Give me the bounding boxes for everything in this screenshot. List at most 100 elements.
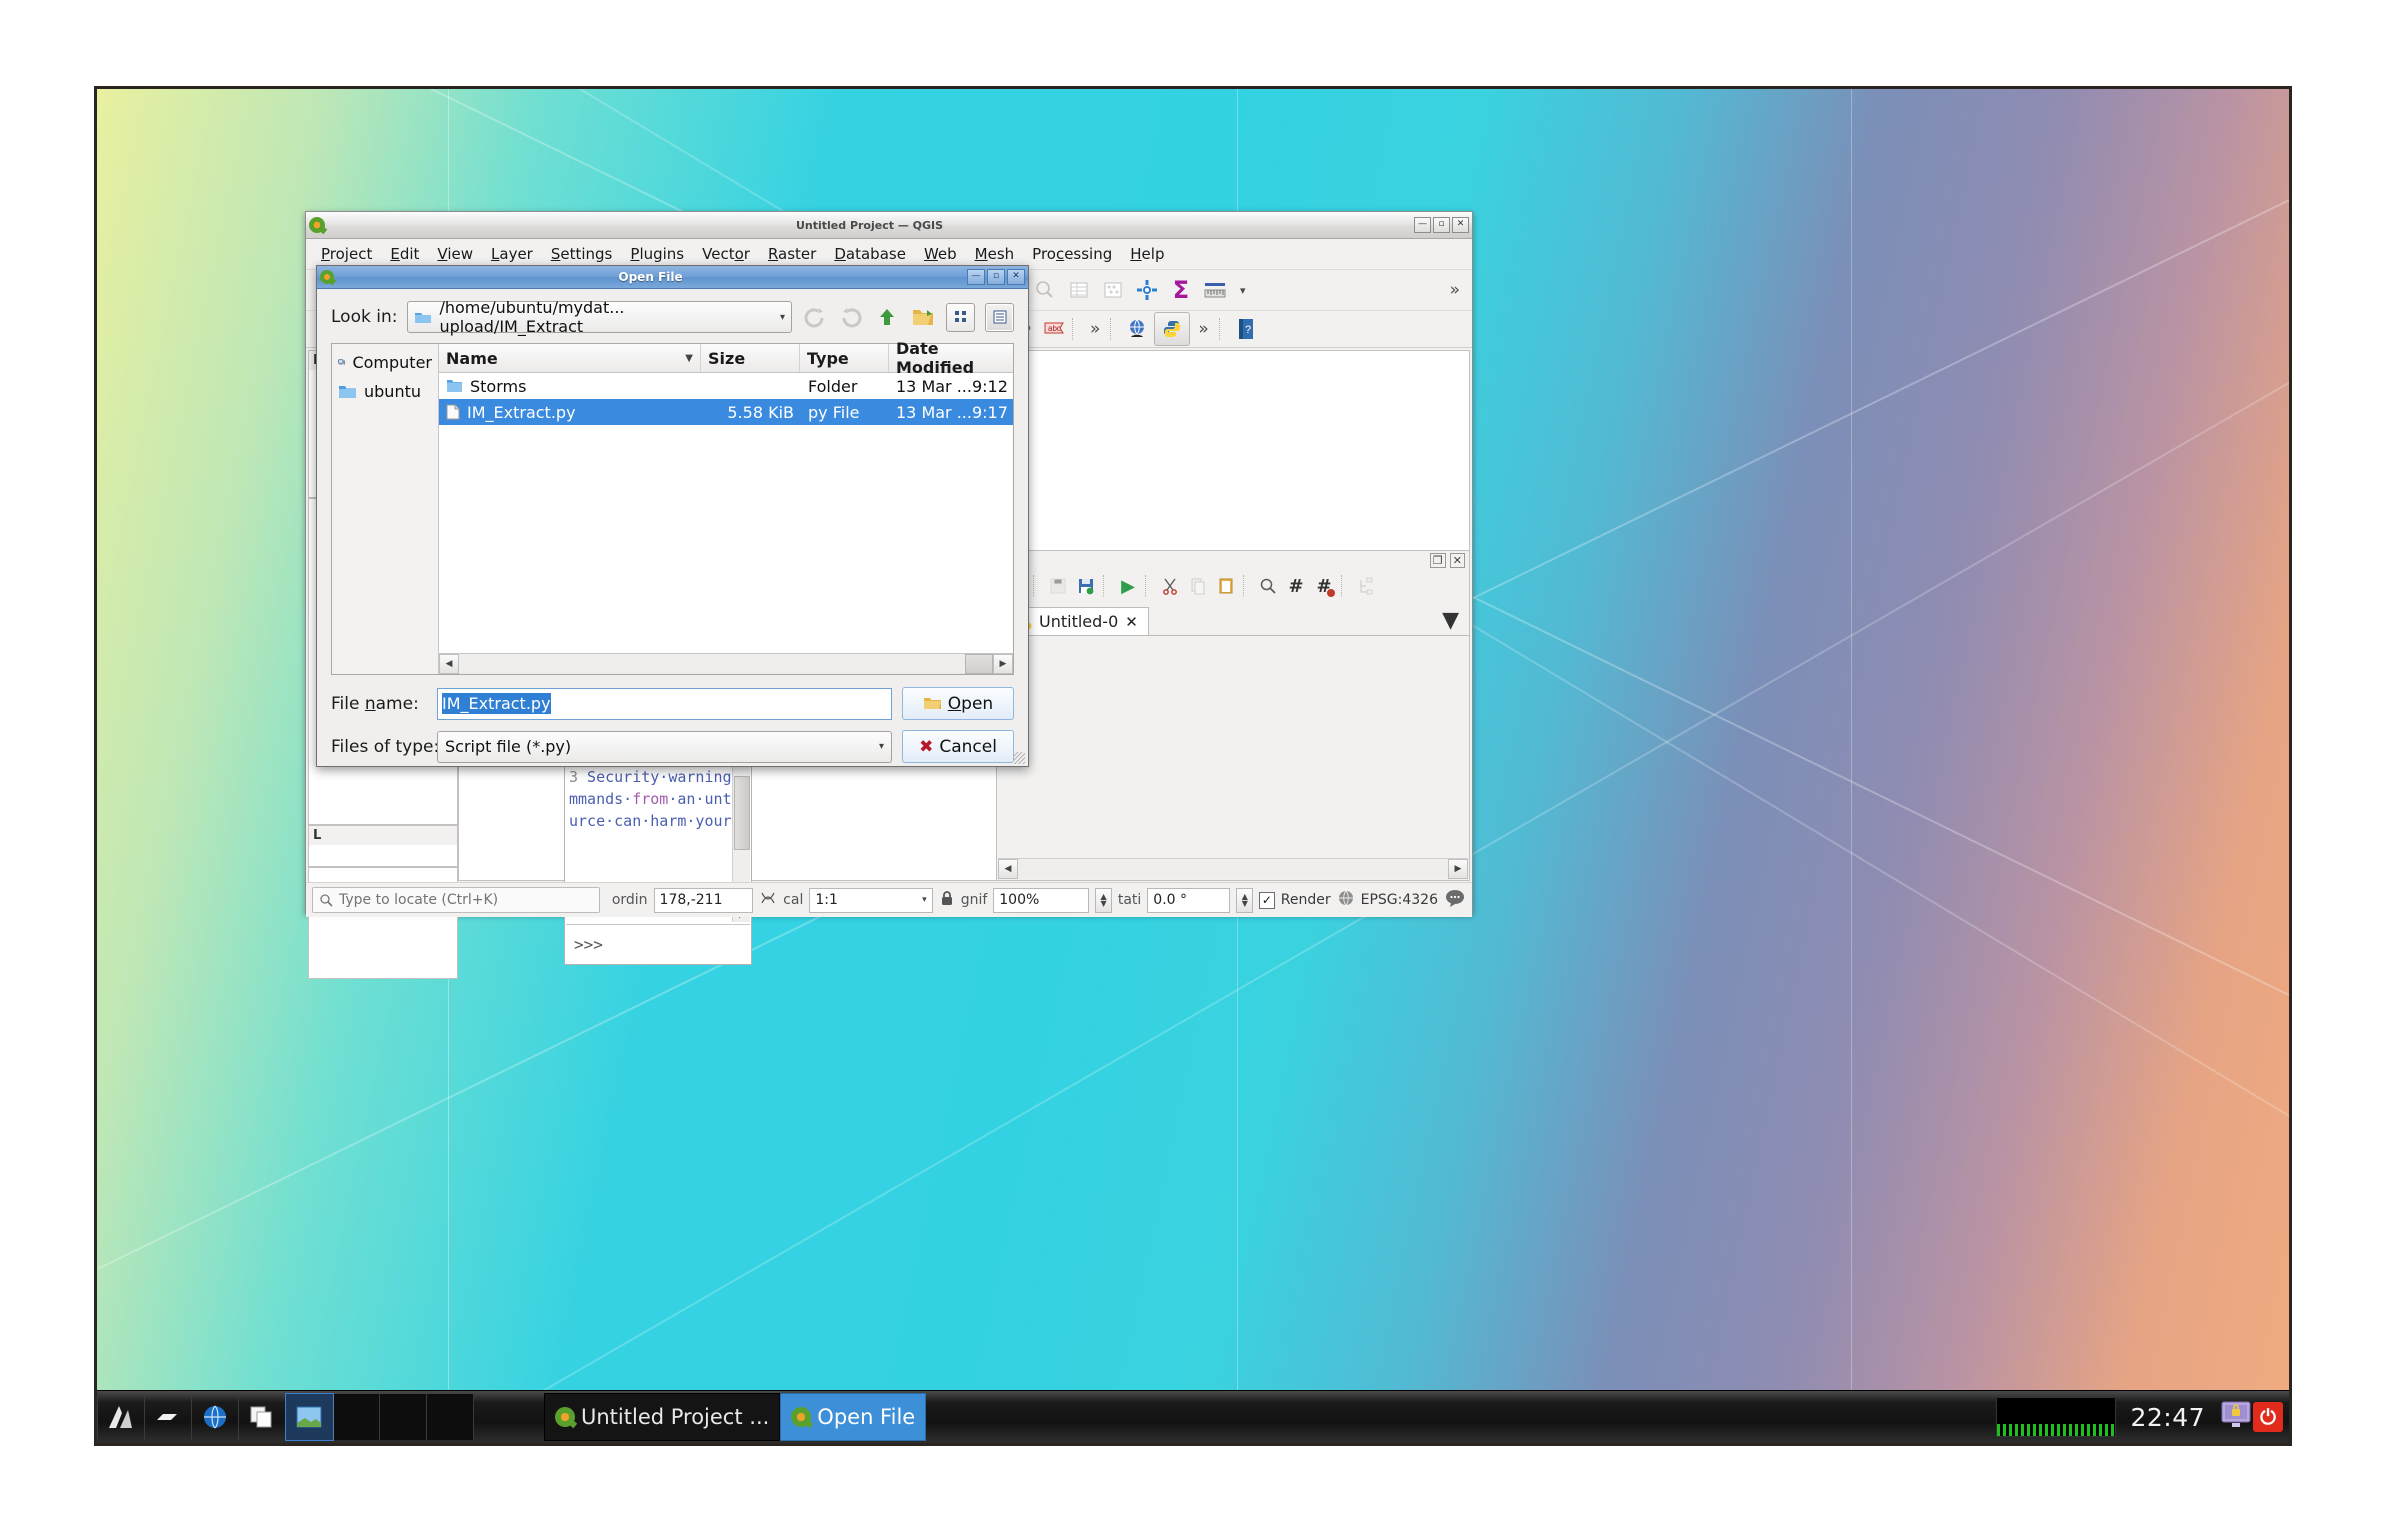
- copy-icon[interactable]: [1185, 573, 1211, 599]
- file-list-header[interactable]: Name ▼ Size Type Date Modified: [439, 344, 1013, 373]
- scroll-track[interactable]: [459, 655, 965, 673]
- editor-horizontal-scrollbar[interactable]: ◀ ▶: [998, 858, 1468, 879]
- menu-database[interactable]: Database: [825, 242, 915, 266]
- minimize-button[interactable]: —: [1414, 217, 1431, 233]
- python-editor-dock[interactable]: ❐ ✕ ▶: [996, 550, 1470, 881]
- list-view-icon[interactable]: [946, 303, 975, 332]
- globe-metasearch-icon[interactable]: [1120, 313, 1154, 345]
- file-browser-area[interactable]: Computer ubuntu Name ▼ Size Type: [331, 343, 1014, 675]
- qgis-status-bar[interactable]: Type to locate (Ctrl+K) ordin 178,-211 c…: [306, 882, 1472, 917]
- sidebar-item-computer[interactable]: Computer: [332, 348, 438, 377]
- toolbar-overflow-3-icon[interactable]: »: [1190, 319, 1216, 339]
- measure-ruler-icon[interactable]: [1198, 274, 1232, 306]
- locate-input[interactable]: Type to locate (Ctrl+K): [312, 887, 600, 913]
- scroll-left-icon[interactable]: ◀: [439, 654, 459, 674]
- file-name-input[interactable]: IM_Extract.py: [437, 688, 892, 720]
- menu-icon[interactable]: [97, 1394, 145, 1440]
- rotation-stepper[interactable]: ▲▼: [1236, 888, 1253, 913]
- cut-icon[interactable]: [1157, 573, 1183, 599]
- lock-screen-icon[interactable]: [2219, 1400, 2253, 1434]
- cancel-button[interactable]: ✖ Cancel: [902, 730, 1014, 763]
- magnifier-stepper[interactable]: ▲▼: [1095, 888, 1112, 913]
- column-header-date[interactable]: Date Modified: [889, 344, 1013, 372]
- tab-close-icon[interactable]: ✕: [1125, 613, 1138, 631]
- show-desktop-icon[interactable]: [286, 1394, 333, 1440]
- file-list[interactable]: Name ▼ Size Type Date Modified Storms: [439, 344, 1013, 674]
- dock-close-button[interactable]: ✕: [1450, 553, 1465, 568]
- python-console-input[interactable]: >>>: [566, 924, 750, 963]
- dock-float-button[interactable]: ❐: [1430, 553, 1446, 568]
- menu-project[interactable]: Project: [312, 242, 381, 266]
- column-header-type[interactable]: Type: [800, 344, 889, 372]
- menu-web[interactable]: Web: [915, 242, 966, 266]
- tab-overflow-icon[interactable]: ▼: [1442, 608, 1469, 635]
- chevron-down-icon[interactable]: ▾: [879, 741, 884, 752]
- menu-layer[interactable]: Layer: [482, 242, 542, 266]
- dialog-window-controls[interactable]: — ▫ ✕: [967, 269, 1025, 285]
- maximize-button[interactable]: ▫: [1433, 217, 1450, 233]
- menu-edit[interactable]: Edit: [381, 242, 428, 266]
- rotation-value[interactable]: 0.0 °: [1147, 888, 1230, 913]
- table-row[interactable]: IM_Extract.py 5.58 KiB py File 13 Mar ..…: [439, 399, 1013, 425]
- clock[interactable]: 22:47: [2116, 1403, 2219, 1432]
- sidebar-item-ubuntu[interactable]: ubuntu: [332, 377, 438, 406]
- taskbar-launchers[interactable]: [97, 1391, 474, 1443]
- toolbar-overflow-icon[interactable]: »: [1442, 280, 1468, 300]
- editor-tab-bar[interactable]: Untitled-0 ✕ ▼: [997, 605, 1469, 636]
- render-checkbox[interactable]: ✓: [1259, 892, 1275, 909]
- detail-view-icon[interactable]: [985, 303, 1014, 332]
- menu-mesh[interactable]: Mesh: [966, 242, 1024, 266]
- qgis-title-bar[interactable]: Untitled Project — QGIS — ▫ ✕: [306, 212, 1472, 239]
- save-script-icon[interactable]: [1073, 573, 1099, 599]
- open-button[interactable]: Open: [902, 687, 1014, 720]
- close-button[interactable]: ✕: [1452, 217, 1469, 233]
- open-file-dialog[interactable]: Open File — ▫ ✕ Look in: /home/ubuntu/my…: [316, 265, 1029, 767]
- label-change-icon[interactable]: abc: [1036, 313, 1070, 345]
- toolbar-overflow-2-icon[interactable]: »: [1082, 319, 1108, 339]
- magnifier-value[interactable]: 100%: [993, 888, 1089, 913]
- crs-label[interactable]: EPSG:4326: [1361, 892, 1438, 908]
- taskbar-item-open-file[interactable]: Open File: [780, 1393, 926, 1441]
- minimize-button[interactable]: —: [967, 269, 985, 285]
- files-of-type-combo[interactable]: Script file (*.py) ▾: [437, 731, 892, 763]
- messages-bubble-icon[interactable]: [1444, 889, 1466, 911]
- menu-plugins[interactable]: Plugins: [621, 242, 693, 266]
- python-console-icon[interactable]: [1154, 312, 1190, 346]
- power-icon[interactable]: ⏻: [2253, 1402, 2283, 1432]
- run-script-icon[interactable]: ▶: [1115, 573, 1141, 599]
- scroll-right-icon[interactable]: ▶: [1448, 859, 1468, 879]
- editor-toolbar[interactable]: ▶ # #: [997, 551, 1469, 599]
- crs-globe-icon[interactable]: [1337, 889, 1355, 911]
- dialog-title-bar[interactable]: Open File — ▫ ✕: [317, 266, 1028, 289]
- coordinate-value[interactable]: 178,-211: [654, 888, 754, 913]
- find-icon[interactable]: [1255, 573, 1281, 599]
- scroll-right-icon[interactable]: ▶: [993, 654, 1013, 674]
- menu-view[interactable]: View: [428, 242, 482, 266]
- qgis-window-controls[interactable]: — ▫ ✕: [1414, 217, 1469, 233]
- files-icon[interactable]: [239, 1394, 286, 1440]
- browser-icon[interactable]: [192, 1394, 239, 1440]
- taskbar[interactable]: Untitled Project ... Open File 22:47 ⏻: [97, 1390, 2289, 1443]
- menu-help[interactable]: Help: [1121, 242, 1173, 266]
- lock-scale-icon[interactable]: [939, 889, 955, 911]
- chevron-down-icon[interactable]: ▾: [780, 312, 785, 323]
- paste-icon[interactable]: [1213, 573, 1239, 599]
- options-gear-icon[interactable]: [1130, 274, 1164, 306]
- uncomment-icon[interactable]: #: [1311, 573, 1337, 599]
- comment-icon[interactable]: #: [1283, 573, 1309, 599]
- column-header-size[interactable]: Size: [701, 344, 800, 372]
- file-rows[interactable]: Storms Folder 13 Mar ...9:12 IM_Extract.…: [439, 373, 1013, 653]
- taskbar-item-qgis-project[interactable]: Untitled Project ...: [544, 1393, 780, 1441]
- measure-dropdown-icon[interactable]: ▾: [1232, 284, 1254, 297]
- maximize-button[interactable]: ▫: [987, 269, 1005, 285]
- layers-panel-2[interactable]: L: [308, 825, 458, 867]
- object-inspector-icon[interactable]: [1353, 573, 1379, 599]
- scrollbar-thumb[interactable]: [965, 654, 993, 674]
- menu-raster[interactable]: Raster: [759, 242, 825, 266]
- scroll-left-icon[interactable]: ◀: [998, 859, 1018, 879]
- scale-combo[interactable]: 1:1 ▾: [809, 888, 932, 913]
- sum-sigma-icon[interactable]: Σ: [1164, 274, 1198, 306]
- resize-grip[interactable]: [1013, 752, 1025, 764]
- sort-arrow-icon[interactable]: ▼: [685, 353, 693, 364]
- menu-vector[interactable]: Vector: [693, 242, 759, 266]
